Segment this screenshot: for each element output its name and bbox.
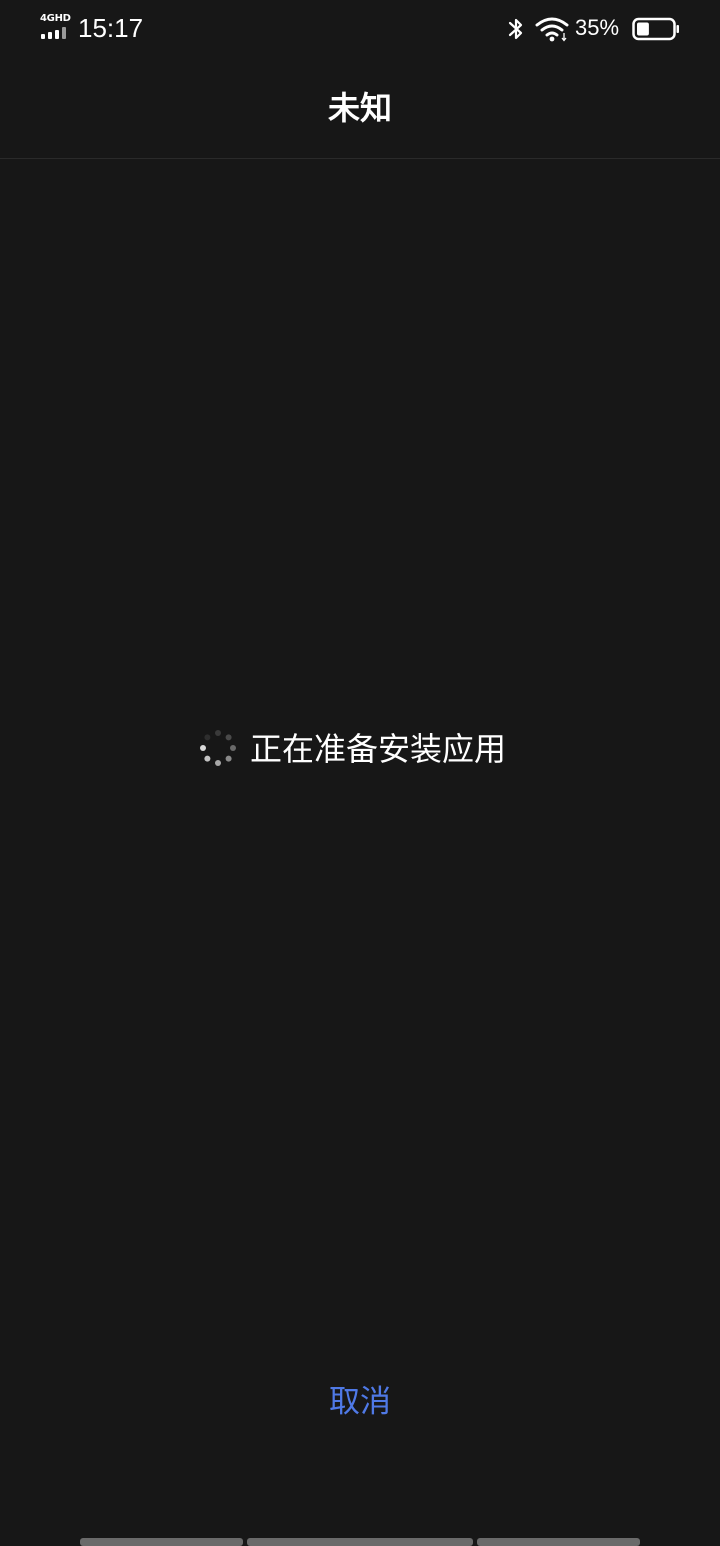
spinner-icon: [200, 730, 236, 766]
page-title: 未知: [327, 89, 392, 127]
loading-indicator: 正在准备安装应用: [198, 726, 538, 772]
wifi-icon: [535, 17, 569, 42]
bluetooth-icon: [508, 18, 523, 40]
loading-message: 正在准备安装应用: [250, 730, 507, 768]
battery-percent: 35%: [575, 15, 620, 40]
app-header: 未知: [0, 58, 720, 159]
status-bar: 4GHD 15:17 35%: [0, 0, 720, 58]
nav-handle-center[interactable]: [247, 1538, 473, 1546]
signal-bars: [41, 27, 71, 39]
battery-icon: [632, 17, 679, 41]
signal-icon: 4GHD: [40, 13, 71, 40]
nav-handle-right[interactable]: [477, 1538, 640, 1546]
network-type-label: 4GHD: [40, 13, 71, 24]
clock: 15:17: [78, 13, 144, 43]
cancel-button[interactable]: 取消: [300, 1374, 420, 1430]
nav-handle-left[interactable]: [80, 1538, 243, 1546]
